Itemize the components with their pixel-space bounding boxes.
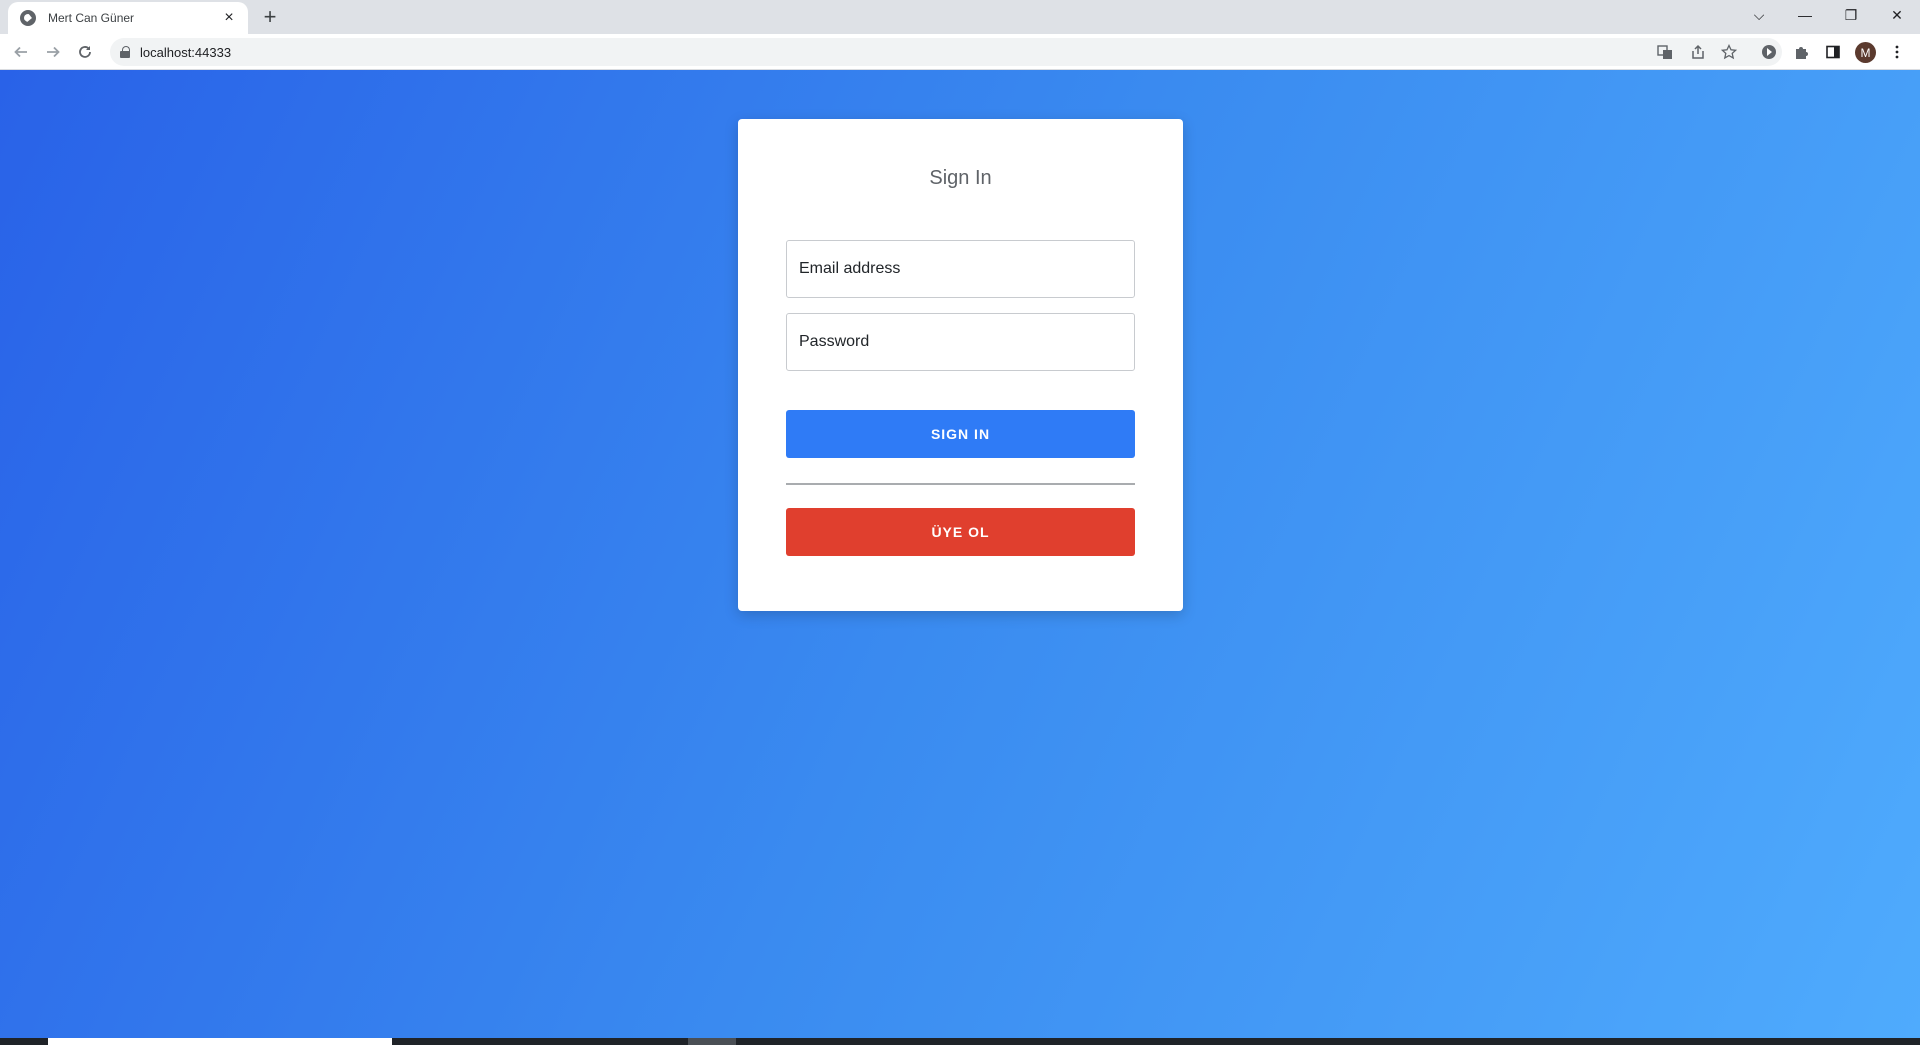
tab-search-icon[interactable]: ⌵ — [1736, 0, 1782, 30]
tab-title: Mert Can Güner — [48, 11, 135, 25]
taskbar-active-item[interactable] — [48, 1038, 392, 1045]
more-vert-icon[interactable] — [1885, 40, 1909, 64]
register-button[interactable]: ÜYE OL — [786, 508, 1135, 556]
lock-icon[interactable] — [120, 46, 130, 58]
reload-icon[interactable] — [73, 40, 97, 64]
close-tab-icon[interactable]: × — [220, 9, 238, 27]
password-field[interactable] — [786, 313, 1135, 371]
arrow-left-icon[interactable] — [9, 40, 33, 64]
page-title: Sign In — [929, 167, 992, 189]
globe-icon — [20, 10, 36, 26]
address-bar[interactable]: localhost:44333 — [110, 38, 1782, 66]
email-field[interactable] — [786, 240, 1135, 298]
minimize-button[interactable]: — — [1782, 0, 1828, 30]
window-controls: ⌵ — ❐ ✕ — [1736, 0, 1920, 30]
side-panel-icon[interactable] — [1821, 40, 1845, 64]
url-text: localhost:44333 — [140, 44, 232, 60]
restore-button[interactable]: ❐ — [1828, 0, 1874, 30]
share-icon[interactable] — [1686, 40, 1710, 64]
browser-tab[interactable]: Mert Can Güner × — [8, 2, 248, 34]
star-icon[interactable] — [1717, 40, 1741, 64]
puzzle-icon[interactable] — [1789, 40, 1813, 64]
taskbar — [0, 1038, 1920, 1045]
browser-toolbar: localhost:44333 M — [0, 34, 1920, 70]
page-background: Sign In SIGN IN ÜYE OL — [0, 70, 1920, 1038]
close-window-button[interactable]: ✕ — [1874, 0, 1920, 30]
taskbar-item[interactable] — [688, 1038, 736, 1045]
divider — [786, 483, 1135, 485]
extension-icon[interactable] — [1757, 40, 1781, 64]
new-tab-button[interactable]: + — [258, 5, 282, 29]
tab-strip: Mert Can Güner × + ⌵ — ❐ ✕ — [0, 0, 1920, 34]
avatar[interactable]: M — [1855, 42, 1876, 63]
arrow-right-icon[interactable] — [41, 40, 65, 64]
translate-icon[interactable] — [1653, 40, 1677, 64]
signin-card: Sign In SIGN IN ÜYE OL — [738, 119, 1183, 611]
signin-button[interactable]: SIGN IN — [786, 410, 1135, 458]
